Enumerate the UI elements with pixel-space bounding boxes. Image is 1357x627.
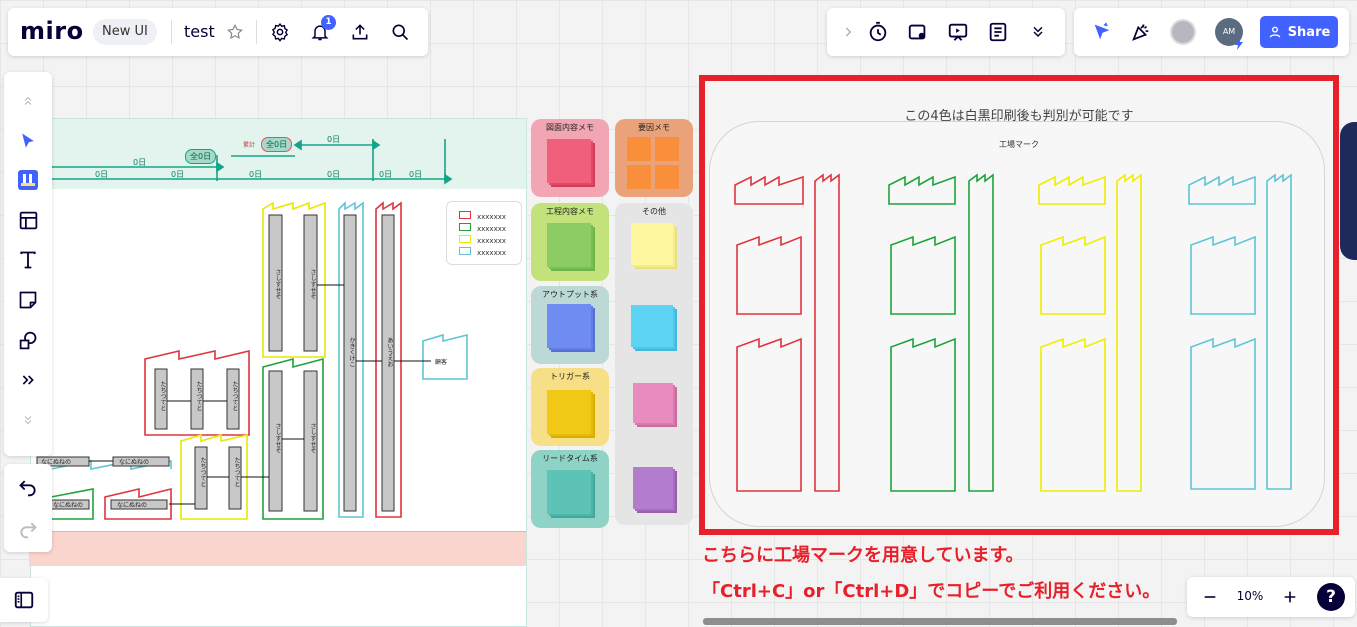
celebrate-icon[interactable] bbox=[1126, 17, 1156, 47]
palette-card-label: アウトプット系 bbox=[542, 290, 598, 299]
palette-card[interactable]: その他 bbox=[615, 203, 693, 525]
user-toolbar: AM Share bbox=[1074, 8, 1349, 56]
zoom-in-icon[interactable] bbox=[1275, 582, 1305, 612]
palette-card[interactable]: アウトプット系 bbox=[531, 286, 609, 364]
zoom-level[interactable]: 10% bbox=[1235, 589, 1265, 603]
sticky-stack bbox=[631, 305, 673, 347]
chevron-right-icon[interactable] bbox=[833, 17, 863, 47]
collaboration-toolbar bbox=[827, 8, 1065, 56]
undo-icon[interactable] bbox=[13, 472, 43, 502]
sticky-stack bbox=[633, 383, 673, 423]
sticky-stack bbox=[547, 470, 591, 514]
palette-card-label: 図面内容メモ bbox=[546, 123, 594, 132]
board-name[interactable]: test bbox=[184, 22, 215, 41]
horizontal-scrollbar[interactable] bbox=[703, 618, 1177, 625]
sticky-stack bbox=[547, 390, 591, 434]
frame-layout-icon[interactable] bbox=[13, 205, 43, 235]
process-box-label: さしすせそ bbox=[309, 423, 316, 453]
copy-note-line2: 「Ctrl+C」or「Ctrl+D」でコピーでご利用ください。 bbox=[702, 581, 1161, 602]
shapes-icon[interactable] bbox=[13, 325, 43, 355]
customer-label: 顧客 bbox=[435, 359, 448, 366]
palette-card-label: リードタイム系 bbox=[542, 454, 598, 463]
reactions-cursor-icon[interactable] bbox=[1087, 17, 1117, 47]
more-chevron-icon[interactable] bbox=[1023, 17, 1053, 47]
notification-badge: 1 bbox=[321, 15, 336, 30]
sticky-stack bbox=[655, 165, 679, 189]
palette-card-label: その他 bbox=[642, 207, 666, 216]
palette-card-label: トリガー系 bbox=[550, 372, 590, 381]
flow-diagram-frame[interactable]: 0日 0日 0日 0日 0日 0日 0日 0日 全0日 全0日 累計 xxxxx… bbox=[29, 118, 527, 627]
divider bbox=[256, 20, 257, 44]
share-label: Share bbox=[1287, 24, 1331, 40]
process-box-label: さしすせそ bbox=[309, 269, 316, 299]
sticky-stack bbox=[627, 137, 651, 161]
sticky-stack bbox=[655, 137, 679, 161]
app-header: miro New UI test 1 bbox=[8, 8, 428, 56]
process-box-label: さしすせそ bbox=[274, 423, 281, 453]
factory-icons bbox=[734, 173, 1292, 492]
palette-card[interactable]: リードタイム系 bbox=[531, 450, 609, 528]
templates-icon[interactable] bbox=[13, 165, 43, 195]
row-label: なにぬねの bbox=[119, 459, 150, 466]
frame-side-edge bbox=[1340, 122, 1357, 260]
help-icon[interactable]: ? bbox=[1317, 583, 1345, 611]
palette-card[interactable]: トリガー系 bbox=[531, 368, 609, 446]
upload-icon[interactable] bbox=[345, 17, 375, 47]
timer-icon[interactable] bbox=[863, 17, 893, 47]
new-ui-badge[interactable]: New UI bbox=[93, 19, 157, 45]
share-button[interactable]: Share bbox=[1260, 16, 1338, 48]
presentation-icon[interactable] bbox=[943, 17, 973, 47]
bottom-band bbox=[29, 531, 526, 566]
lightning-icon bbox=[1234, 38, 1244, 50]
collaborator-avatar[interactable] bbox=[1170, 19, 1196, 45]
sticky-note-icon[interactable] bbox=[13, 285, 43, 315]
sticky-stack bbox=[627, 165, 651, 189]
sticky-stack bbox=[547, 304, 591, 348]
scroll-up-icon[interactable] bbox=[13, 86, 43, 116]
process-diagram bbox=[36, 201, 468, 520]
notes-icon[interactable] bbox=[983, 17, 1013, 47]
sticky-stack bbox=[547, 139, 591, 183]
palette-card[interactable]: 工程内容メモ bbox=[531, 203, 609, 281]
select-cursor-icon[interactable] bbox=[13, 126, 43, 156]
factory-marks-frame[interactable]: この4色は白黒印刷後も判別が可能です 工場マーク bbox=[699, 75, 1339, 535]
panel-toggle bbox=[0, 578, 48, 622]
process-box-label: あいうえお bbox=[386, 337, 393, 367]
sticky-stack bbox=[633, 467, 673, 509]
creation-toolbar bbox=[4, 72, 52, 456]
sticky-stack bbox=[547, 223, 591, 267]
process-box-label: たちつてと bbox=[199, 457, 206, 487]
process-box-label: かきくけこ bbox=[348, 337, 355, 367]
gear-icon[interactable] bbox=[265, 17, 295, 47]
divider bbox=[171, 20, 172, 44]
user-icon bbox=[1269, 26, 1281, 38]
history-toolbar bbox=[4, 464, 52, 552]
star-icon[interactable] bbox=[220, 17, 250, 47]
more-tools-icon[interactable] bbox=[13, 365, 43, 395]
scroll-down-icon[interactable] bbox=[13, 405, 43, 435]
sticky-stack bbox=[631, 223, 673, 265]
redo-icon[interactable] bbox=[13, 514, 43, 544]
sidebar-panel-icon[interactable] bbox=[9, 585, 39, 615]
search-icon[interactable] bbox=[385, 17, 415, 47]
palette-card-label: 工程内容メモ bbox=[546, 207, 594, 216]
copy-note-line1: こちらに工場マークを用意しています。 bbox=[702, 545, 1024, 566]
palette-card[interactable]: 要因メモ bbox=[615, 119, 693, 197]
palette-card-label: 要因メモ bbox=[638, 123, 670, 132]
process-box-label: さしすせそ bbox=[274, 269, 281, 299]
process-box-label: たちつてと bbox=[231, 381, 238, 411]
zoom-out-icon[interactable] bbox=[1195, 582, 1225, 612]
row-label: なにぬねの bbox=[117, 502, 148, 509]
zoom-controls: 10% ? bbox=[1187, 577, 1355, 617]
process-box-label: たちつてと bbox=[159, 381, 166, 411]
process-box-label: たちつてと bbox=[195, 381, 202, 411]
palette-card[interactable]: 図面内容メモ bbox=[531, 119, 609, 197]
process-box-label: たちつてと bbox=[233, 457, 240, 487]
row-label: なにぬねの bbox=[53, 502, 84, 509]
video-chat-icon[interactable] bbox=[903, 17, 933, 47]
miro-logo[interactable]: miro bbox=[20, 17, 84, 45]
text-tool-icon[interactable] bbox=[13, 245, 43, 275]
